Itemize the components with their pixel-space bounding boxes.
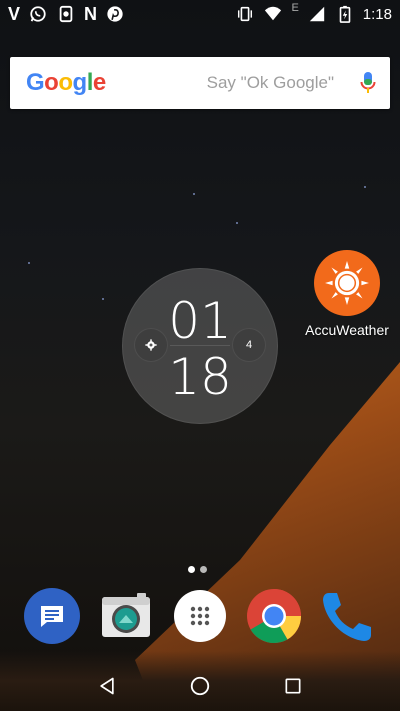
notification-icons: V N	[8, 4, 125, 25]
phone-icon	[323, 593, 371, 641]
news-n-icon: N	[84, 3, 98, 24]
messages-icon	[24, 588, 80, 644]
microphone-icon[interactable]	[360, 71, 376, 95]
star	[236, 222, 238, 224]
screenshot-icon	[56, 4, 76, 24]
dock	[0, 586, 400, 648]
network-type-label: E	[291, 2, 299, 14]
vibrate-icon	[235, 4, 255, 24]
system-icons: E 1:18	[235, 2, 392, 24]
battery-charging-icon	[335, 4, 355, 24]
home-icon	[190, 676, 210, 696]
clock-widget[interactable]: 01 18 4	[122, 268, 278, 424]
status-bar: V N E 1:18	[0, 0, 400, 28]
accuweather-icon	[314, 250, 380, 316]
camera-icon	[102, 593, 150, 637]
navigation-bar	[0, 661, 400, 711]
home-button[interactable]	[182, 668, 218, 704]
google-logo-letter: e	[92, 69, 106, 96]
phone-app[interactable]	[318, 586, 378, 646]
star	[364, 186, 366, 188]
vodafone-v-icon: V	[8, 3, 21, 24]
chrome-icon	[247, 589, 301, 644]
star	[28, 262, 30, 264]
app-drawer[interactable]	[170, 586, 230, 646]
app-accuweather[interactable]: AccuWeather	[304, 250, 390, 338]
google-logo-letter: o	[58, 69, 73, 96]
google-logo-letter: g	[72, 69, 88, 96]
clock-settings-button[interactable]	[134, 328, 168, 362]
messages-app[interactable]	[22, 586, 82, 646]
gear-icon	[145, 339, 157, 351]
page-dot	[200, 566, 207, 573]
star	[102, 298, 104, 300]
google-logo: Google	[26, 69, 106, 97]
wifi-icon	[263, 4, 283, 24]
back-icon	[99, 677, 114, 695]
whatsapp-icon	[28, 4, 48, 24]
cell-signal-icon	[307, 4, 327, 24]
pinterest-icon	[105, 4, 125, 24]
app-drawer-icon	[174, 590, 226, 642]
page-indicator	[188, 566, 207, 573]
google-search-bar[interactable]: Google Say "Ok Google"	[10, 57, 390, 109]
back-button[interactable]	[89, 668, 125, 704]
app-label: AccuWeather	[305, 322, 389, 338]
status-time: 1:18	[362, 5, 392, 23]
chrome-app[interactable]	[244, 586, 304, 646]
page-dot	[188, 566, 195, 573]
google-logo-letter: o	[44, 69, 59, 96]
google-logo-letter: G	[26, 69, 45, 96]
search-hint: Say "Ok Google"	[206, 73, 334, 92]
recents-icon	[285, 678, 301, 694]
recents-button[interactable]	[275, 668, 311, 704]
clock-alarm-count[interactable]: 4	[232, 328, 266, 362]
star	[193, 193, 195, 195]
camera-app[interactable]	[96, 586, 156, 646]
